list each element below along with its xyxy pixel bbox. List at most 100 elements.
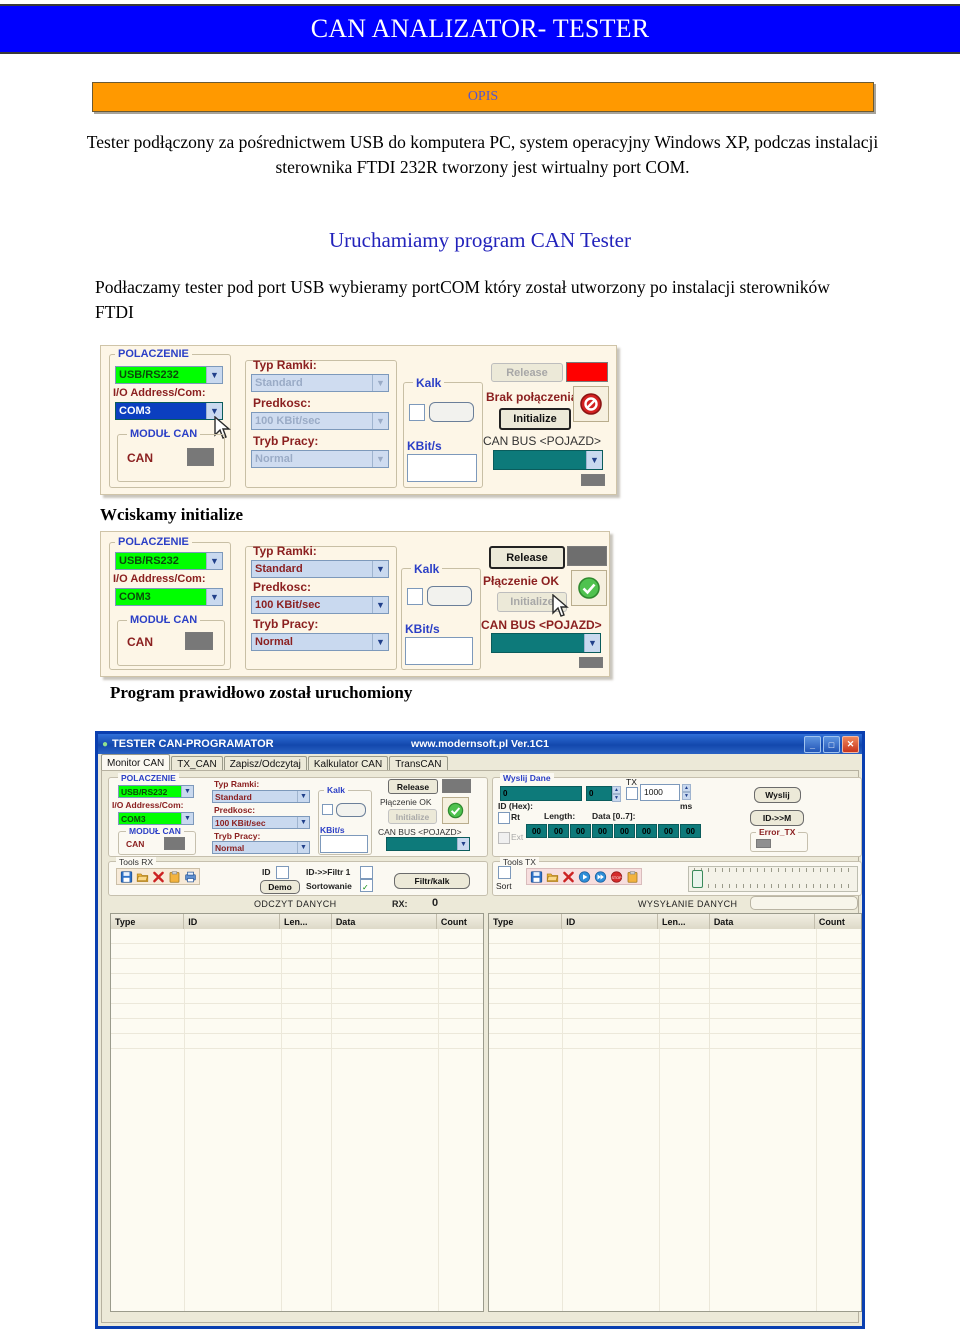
tx-table[interactable]: Type ID Len... Data Count: [488, 913, 862, 1312]
rx-col-id[interactable]: ID: [184, 914, 281, 929]
app-frame-type-combo[interactable]: Standard ▼: [212, 790, 310, 803]
app-send-length-field[interactable]: 0: [586, 786, 612, 801]
app-group-connection-caption: POLACZENIE: [118, 773, 179, 783]
app-interval-spinner[interactable]: ▲ ▼: [682, 784, 691, 800]
play-icon[interactable]: [577, 870, 591, 883]
app-interval-field[interactable]: 1000: [640, 784, 680, 801]
tx-col-data[interactable]: Data: [710, 914, 815, 929]
rx-table[interactable]: Type ID Len... Data Count: [110, 913, 484, 1312]
clipboard-icon[interactable]: [625, 870, 639, 883]
canbus-combo-1[interactable]: ▼: [493, 450, 603, 470]
app-data-byte[interactable]: 00: [658, 824, 679, 838]
release-button-2[interactable]: Release: [489, 546, 565, 569]
save-icon[interactable]: [529, 870, 543, 883]
app-release-button[interactable]: Release: [388, 779, 438, 794]
tools-tx-sort-checkbox[interactable]: [498, 866, 511, 879]
delete-icon[interactable]: [151, 870, 165, 883]
tools-rx-id-checkbox[interactable]: [276, 866, 289, 879]
interface-combo-1[interactable]: USB/RS232 ▼: [115, 366, 223, 384]
app-length-spinner[interactable]: ▲ ▼: [612, 786, 621, 802]
fast-forward-icon[interactable]: [593, 870, 607, 883]
tab-kalkulator-can[interactable]: Kalkulator CAN: [307, 756, 389, 771]
tx-col-len[interactable]: Len...: [658, 914, 710, 929]
app-tx-checkbox[interactable]: [626, 787, 638, 800]
stop-icon[interactable]: STOP: [609, 870, 623, 883]
app-initialize-button[interactable]: Initialize: [388, 809, 437, 824]
kalk-checkbox-2[interactable]: [407, 588, 423, 605]
app-rtr-checkbox[interactable]: [498, 812, 510, 824]
tools-rx-sort-checkbox[interactable]: [360, 879, 373, 892]
minimize-button[interactable]: _: [804, 736, 821, 753]
clipboard-icon[interactable]: [167, 870, 181, 883]
speed-combo-1[interactable]: 100 KBit/sec ▼: [251, 412, 389, 430]
interface-combo-2[interactable]: USB/RS232 ▼: [115, 552, 223, 570]
tx-table-body[interactable]: [489, 929, 861, 1311]
app-data-byte[interactable]: 00: [570, 824, 591, 838]
rx-table-body[interactable]: [111, 929, 483, 1311]
kalk-button-2[interactable]: [427, 586, 472, 606]
save-icon[interactable]: [119, 870, 133, 883]
tab-zapisz-odczytaj[interactable]: Zapisz/Odczytaj: [223, 756, 307, 771]
tx-col-type[interactable]: Type: [489, 914, 563, 929]
kalk-button-1[interactable]: [429, 402, 474, 422]
tools-rx-demo-button[interactable]: Demo: [260, 880, 300, 894]
release-button-1[interactable]: Release: [491, 363, 563, 382]
maximize-button[interactable]: □: [823, 736, 840, 753]
app-data-byte[interactable]: 00: [636, 824, 657, 838]
tx-col-count[interactable]: Count: [815, 914, 861, 929]
kalk-checkbox-1[interactable]: [409, 404, 425, 421]
canbus-combo-2[interactable]: ▼: [491, 633, 601, 653]
initialize-button-2[interactable]: Initialize: [497, 592, 567, 612]
app-data-byte[interactable]: 00: [548, 824, 569, 838]
app-ext-checkbox[interactable]: [498, 832, 510, 844]
svg-text:STOP: STOP: [611, 875, 622, 879]
app-data-byte[interactable]: 00: [526, 824, 547, 838]
kbits-field-2[interactable]: [405, 637, 473, 665]
tab-transcan[interactable]: TransCAN: [389, 756, 448, 771]
canbus-label-1: CAN BUS <POJAZD>: [483, 434, 602, 448]
mode-combo-1[interactable]: Normal ▼: [251, 450, 389, 468]
kbits-field-1[interactable]: [407, 454, 477, 482]
app-kalk-checkbox[interactable]: [322, 804, 333, 815]
app-mode-combo[interactable]: Normal ▼: [212, 841, 310, 854]
rx-col-count[interactable]: Count: [437, 914, 483, 929]
app-send-button[interactable]: Wyslij: [754, 787, 801, 803]
group-connection-caption-1: POLACZENIE: [115, 348, 192, 360]
open-folder-icon[interactable]: [545, 870, 559, 883]
app-port-combo[interactable]: COM3 ▼: [118, 812, 194, 825]
frame-type-combo-2[interactable]: Standard ▼: [251, 560, 389, 578]
speed-combo-2[interactable]: 100 KBit/sec ▼: [251, 596, 389, 614]
tools-rx-filter-button[interactable]: Filtr/kalk: [394, 873, 470, 889]
print-icon[interactable]: [183, 870, 197, 883]
app-kbits-field[interactable]: [320, 835, 368, 853]
app-data-byte[interactable]: 00: [614, 824, 635, 838]
app-id-to-m-button[interactable]: ID->>M: [750, 810, 804, 826]
rx-col-type[interactable]: Type: [111, 914, 185, 929]
caption-press-initialize: Wciskamy initialize: [100, 505, 244, 524]
delete-icon[interactable]: [561, 870, 575, 883]
app-can-label: CAN: [126, 839, 145, 849]
tx-col-id[interactable]: ID: [562, 914, 659, 929]
port-combo-1[interactable]: COM3 ▼: [115, 402, 223, 420]
tab-tx-can[interactable]: TX_CAN: [171, 756, 223, 771]
rx-col-data[interactable]: Data: [332, 914, 437, 929]
tools-rx-id-filter-checkbox[interactable]: [360, 866, 373, 879]
mode-combo-2[interactable]: Normal ▼: [251, 633, 389, 651]
app-id-hex-label: ID (Hex):: [498, 801, 533, 811]
close-button[interactable]: ✕: [842, 736, 859, 753]
frame-type-combo-1[interactable]: Standard ▼: [251, 374, 389, 392]
tx-slider-thumb[interactable]: [692, 870, 703, 888]
frame-type-label-1: Typ Ramki:: [253, 358, 317, 372]
app-interface-combo[interactable]: USB/RS232 ▼: [118, 785, 194, 798]
app-send-id-field[interactable]: 0: [500, 786, 582, 801]
open-folder-icon[interactable]: [135, 870, 149, 883]
app-data-byte[interactable]: 00: [680, 824, 701, 838]
app-kalk-button[interactable]: [336, 803, 366, 817]
initialize-button-1[interactable]: Initialize: [499, 408, 571, 430]
rx-col-len[interactable]: Len...: [280, 914, 332, 929]
app-data-byte[interactable]: 00: [592, 824, 613, 838]
app-speed-combo[interactable]: 100 KBit/sec ▼: [212, 816, 310, 829]
app-canbus-combo[interactable]: ▼: [386, 837, 470, 851]
port-combo-2[interactable]: COM3 ▼: [115, 588, 223, 606]
tab-monitor-can[interactable]: Monitor CAN: [101, 754, 171, 771]
